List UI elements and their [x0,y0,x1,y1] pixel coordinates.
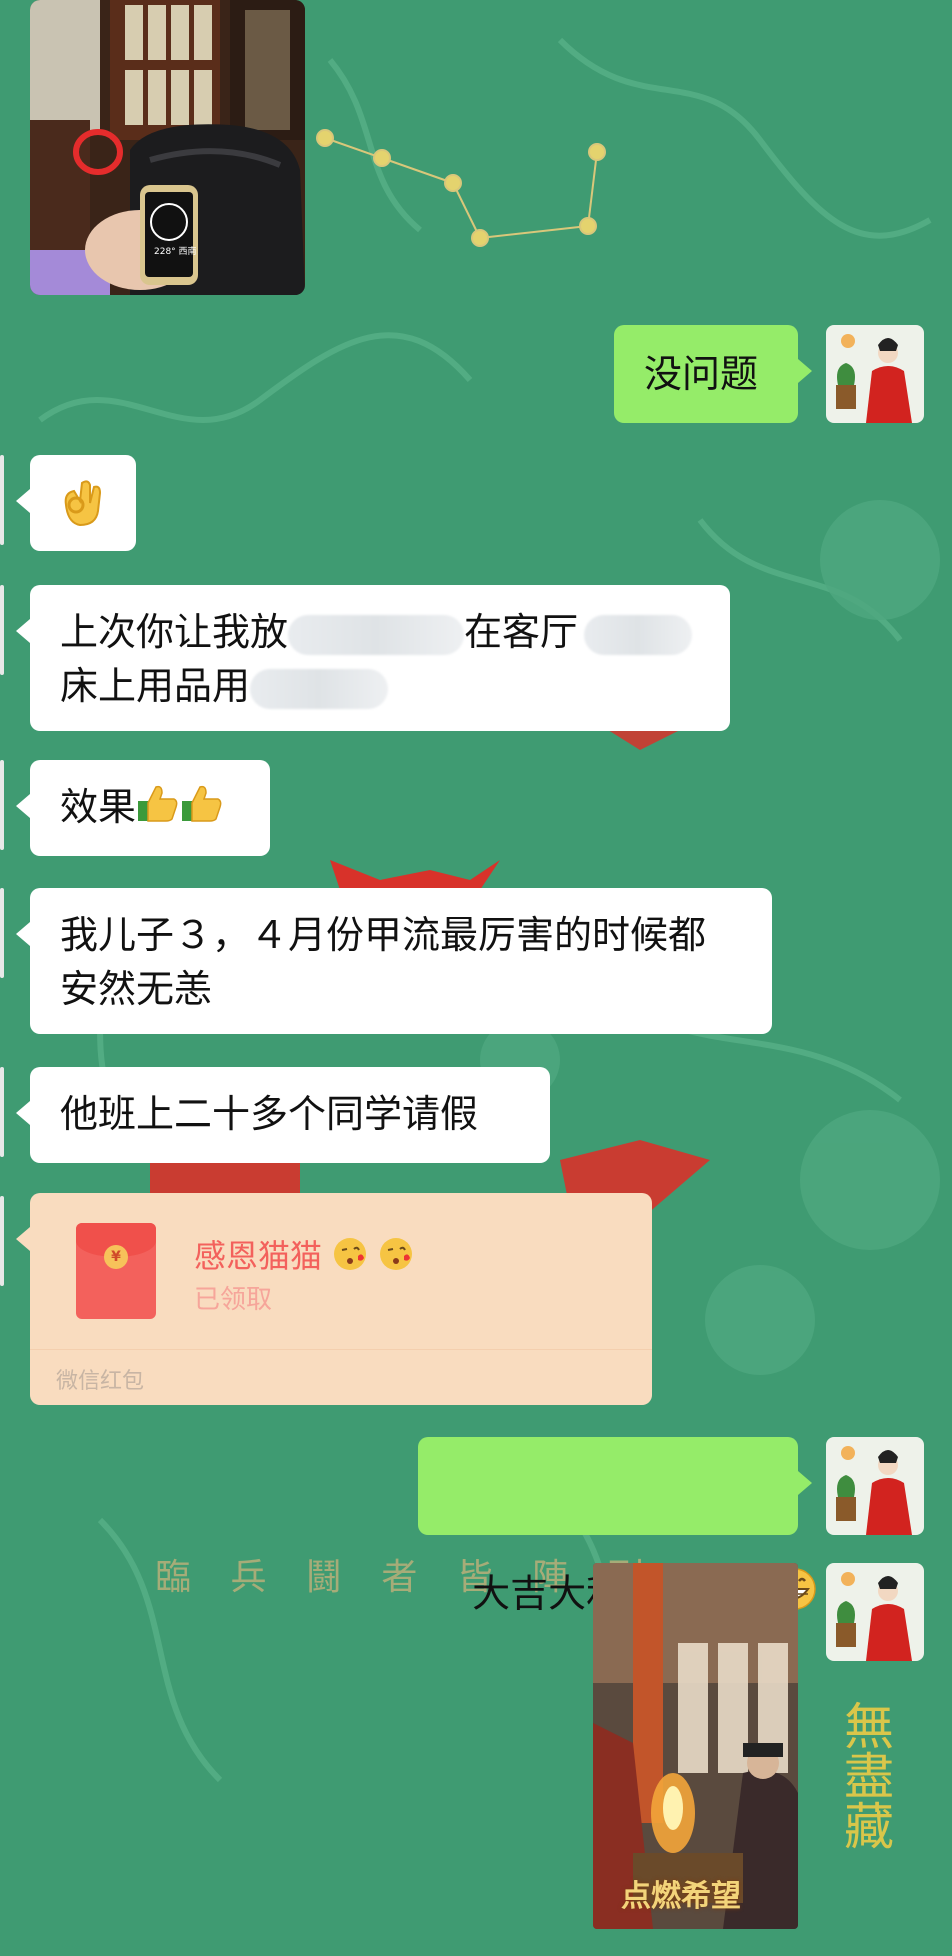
thumbs-up-icon [136,781,180,839]
kiss-face-emoji-icon [332,1236,368,1280]
red-packet-status: 已领取 [194,1285,273,1315]
thumbs-up-icon [180,781,224,839]
message-line: 我儿子３，４月份甲流最厉害的时候都 [60,913,707,957]
left-avatar-edge [0,1196,4,1286]
room-photo-image: 228° 西南 [30,0,305,295]
message-text: 他班上二十多个同学请假 [60,1092,479,1136]
background-vertical-poem: 無盡藏 [836,1700,894,1850]
red-packet-title: 感恩猫猫 [194,1231,414,1280]
incoming-message-bubble[interactable]: 我儿子３，４月份甲流最厉害的时候都 安然无恙 [16,888,772,1034]
redacted-text [584,614,693,655]
incoming-message-bubble[interactable] [16,455,136,551]
left-avatar-edge [0,585,4,675]
outgoing-message-bubble[interactable]: 没问题 [614,325,812,423]
my-avatar[interactable] [826,325,924,423]
incoming-message-bubble[interactable]: 他班上二十多个同学请假 [16,1067,550,1163]
redacted-text [288,614,465,655]
left-avatar-edge [0,455,4,545]
incoming-message-bubble[interactable]: 上次你让我放 在客厅 床上用品用 [16,585,730,731]
ok-hand-emoji-icon [58,475,108,541]
svg-text:228° 西南: 228° 西南 [154,245,197,257]
message-line: 安然无恙 [60,967,213,1011]
left-avatar-edge [0,1067,4,1157]
message-line: 上次你让我放 在客厅 [60,605,700,659]
left-avatar-edge [0,760,4,850]
red-envelope-icon: ¥ [76,1223,156,1319]
message-text: 效果 [60,785,137,829]
kiss-face-emoji-icon [378,1236,414,1280]
video-caption: 点燃希望 [621,1879,741,1914]
outgoing-message-bubble[interactable]: 大吉大利 加油 [418,1437,816,1616]
my-avatar[interactable] [826,1563,924,1661]
red-packet-message[interactable]: ¥ 感恩猫猫 已领取 微信红包 [16,1193,652,1405]
red-packet-divider [30,1349,652,1350]
my-avatar[interactable] [826,1437,924,1535]
red-packet-footer: 微信红包 [56,1369,145,1394]
incoming-message-bubble[interactable]: 效果 [16,760,270,856]
outgoing-video-message[interactable]: 点燃希望 [593,1563,798,1929]
redacted-text [250,668,389,709]
image-message-room-photo[interactable]: 228° 西南 [30,0,305,295]
message-text: 没问题 [644,352,759,396]
left-avatar-edge [0,888,4,978]
message-line: 床上用品用 [60,659,700,713]
